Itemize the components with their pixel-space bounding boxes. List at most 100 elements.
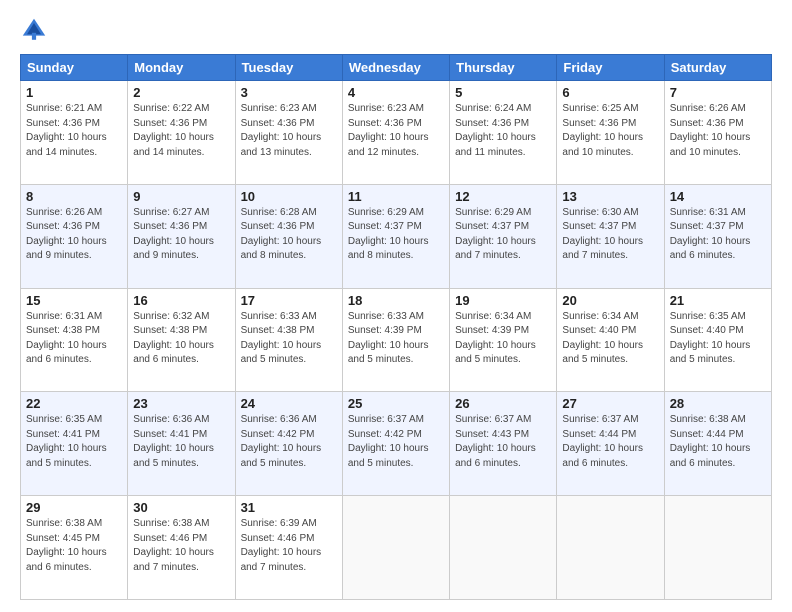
week-row-3: 15 Sunrise: 6:31 AMSunset: 4:38 PMDayligh… (21, 288, 772, 392)
day-info: Sunrise: 6:35 AMSunset: 4:41 PMDaylight:… (26, 413, 122, 471)
day-info: Sunrise: 6:30 AMSunset: 4:37 PMDaylight:… (562, 206, 658, 264)
col-header-sunday: Sunday (21, 55, 128, 81)
day-number: 11 (348, 189, 444, 204)
day-number: 31 (241, 500, 337, 515)
day-number: 2 (133, 85, 229, 100)
col-header-saturday: Saturday (664, 55, 771, 81)
week-row-2: 8Sunrise: 6:26 AMSunset: 4:36 PMDaylight… (21, 184, 772, 288)
day-info: Sunrise: 6:37 AMSunset: 4:44 PMDaylight:… (562, 413, 658, 471)
day-info: Sunrise: 6:39 AMSunset: 4:46 PMDaylight:… (241, 517, 337, 575)
day-cell: 23 Sunrise: 6:36 AMSunset: 4:41 PMDayligh… (128, 392, 235, 496)
day-cell: 20 Sunrise: 6:34 AMSunset: 4:40 PMDayligh… (557, 288, 664, 392)
day-number: 10 (241, 189, 337, 204)
day-number: 15 (26, 293, 122, 308)
day-number: 1 (26, 85, 122, 100)
day-cell: 9 Sunrise: 6:27 AMSunset: 4:36 PMDaylight… (128, 184, 235, 288)
day-info: Sunrise: 6:26 AMSunset: 4:36 PMDaylight:… (670, 102, 766, 160)
day-cell: 7 Sunrise: 6:26 AMSunset: 4:36 PMDaylight… (664, 81, 771, 185)
page: SundayMondayTuesdayWednesdayThursdayFrid… (0, 0, 792, 612)
day-cell: 6Sunrise: 6:25 AMSunset: 4:36 PMDaylight… (557, 81, 664, 185)
day-cell: 4Sunrise: 6:23 AMSunset: 4:36 PMDaylight… (342, 81, 449, 185)
day-info: Sunrise: 6:34 AMSunset: 4:40 PMDaylight:… (562, 310, 658, 368)
col-header-monday: Monday (128, 55, 235, 81)
day-cell: 3 Sunrise: 6:23 AMSunset: 4:36 PMDaylight… (235, 81, 342, 185)
day-cell (557, 496, 664, 600)
day-cell: 29Sunrise: 6:38 AMSunset: 4:45 PMDayligh… (21, 496, 128, 600)
calendar-header-row: SundayMondayTuesdayWednesdayThursdayFrid… (21, 55, 772, 81)
day-number: 14 (670, 189, 766, 204)
day-cell: 14 Sunrise: 6:31 AMSunset: 4:37 PMDayligh… (664, 184, 771, 288)
day-info: Sunrise: 6:38 AMSunset: 4:44 PMDaylight:… (670, 413, 766, 471)
day-info: Sunrise: 6:37 AMSunset: 4:42 PMDaylight:… (348, 413, 444, 471)
header (20, 16, 772, 44)
week-row-4: 22 Sunrise: 6:35 AMSunset: 4:41 PMDayligh… (21, 392, 772, 496)
day-cell: 19 Sunrise: 6:34 AMSunset: 4:39 PMDayligh… (450, 288, 557, 392)
day-cell: 25Sunrise: 6:37 AMSunset: 4:42 PMDayligh… (342, 392, 449, 496)
day-cell: 2 Sunrise: 6:22 AMSunset: 4:36 PMDaylight… (128, 81, 235, 185)
day-info: Sunrise: 6:26 AMSunset: 4:36 PMDaylight:… (26, 206, 122, 264)
day-number: 3 (241, 85, 337, 100)
day-cell (664, 496, 771, 600)
day-info: Sunrise: 6:34 AMSunset: 4:39 PMDaylight:… (455, 310, 551, 368)
week-row-5: 29Sunrise: 6:38 AMSunset: 4:45 PMDayligh… (21, 496, 772, 600)
day-info: Sunrise: 6:29 AMSunset: 4:37 PMDaylight:… (455, 206, 551, 264)
day-number: 12 (455, 189, 551, 204)
day-number: 5 (455, 85, 551, 100)
day-number: 21 (670, 293, 766, 308)
day-info: Sunrise: 6:33 AMSunset: 4:39 PMDaylight:… (348, 310, 444, 368)
day-cell: 28 Sunrise: 6:38 AMSunset: 4:44 PMDayligh… (664, 392, 771, 496)
day-info: Sunrise: 6:31 AMSunset: 4:37 PMDaylight:… (670, 206, 766, 264)
day-number: 16 (133, 293, 229, 308)
day-cell: 26Sunrise: 6:37 AMSunset: 4:43 PMDayligh… (450, 392, 557, 496)
day-cell: 10Sunrise: 6:28 AMSunset: 4:36 PMDayligh… (235, 184, 342, 288)
week-row-1: 1Sunrise: 6:21 AMSunset: 4:36 PMDaylight… (21, 81, 772, 185)
day-number: 22 (26, 396, 122, 411)
col-header-thursday: Thursday (450, 55, 557, 81)
day-cell: 8Sunrise: 6:26 AMSunset: 4:36 PMDaylight… (21, 184, 128, 288)
day-number: 27 (562, 396, 658, 411)
day-number: 18 (348, 293, 444, 308)
day-cell: 21 Sunrise: 6:35 AMSunset: 4:40 PMDayligh… (664, 288, 771, 392)
day-cell: 1Sunrise: 6:21 AMSunset: 4:36 PMDaylight… (21, 81, 128, 185)
calendar-table: SundayMondayTuesdayWednesdayThursdayFrid… (20, 54, 772, 600)
day-info: Sunrise: 6:36 AMSunset: 4:41 PMDaylight:… (133, 413, 229, 471)
day-number: 20 (562, 293, 658, 308)
day-info: Sunrise: 6:31 AMSunset: 4:38 PMDaylight:… (26, 310, 122, 368)
col-header-tuesday: Tuesday (235, 55, 342, 81)
day-info: Sunrise: 6:38 AMSunset: 4:45 PMDaylight:… (26, 517, 122, 575)
day-cell: 27 Sunrise: 6:37 AMSunset: 4:44 PMDayligh… (557, 392, 664, 496)
day-cell: 30 Sunrise: 6:38 AMSunset: 4:46 PMDayligh… (128, 496, 235, 600)
day-info: Sunrise: 6:35 AMSunset: 4:40 PMDaylight:… (670, 310, 766, 368)
day-info: Sunrise: 6:36 AMSunset: 4:42 PMDaylight:… (241, 413, 337, 471)
day-cell: 24 Sunrise: 6:36 AMSunset: 4:42 PMDayligh… (235, 392, 342, 496)
day-cell: 31 Sunrise: 6:39 AMSunset: 4:46 PMDayligh… (235, 496, 342, 600)
day-number: 13 (562, 189, 658, 204)
day-cell: 15 Sunrise: 6:31 AMSunset: 4:38 PMDayligh… (21, 288, 128, 392)
day-info: Sunrise: 6:38 AMSunset: 4:46 PMDaylight:… (133, 517, 229, 575)
day-cell: 5 Sunrise: 6:24 AMSunset: 4:36 PMDaylight… (450, 81, 557, 185)
day-number: 28 (670, 396, 766, 411)
day-cell: 13 Sunrise: 6:30 AMSunset: 4:37 PMDayligh… (557, 184, 664, 288)
day-number: 4 (348, 85, 444, 100)
day-number: 24 (241, 396, 337, 411)
day-cell: 17 Sunrise: 6:33 AMSunset: 4:38 PMDayligh… (235, 288, 342, 392)
day-info: Sunrise: 6:27 AMSunset: 4:36 PMDaylight:… (133, 206, 229, 264)
col-header-friday: Friday (557, 55, 664, 81)
day-cell: 18 Sunrise: 6:33 AMSunset: 4:39 PMDayligh… (342, 288, 449, 392)
day-number: 17 (241, 293, 337, 308)
day-info: Sunrise: 6:23 AMSunset: 4:36 PMDaylight:… (241, 102, 337, 160)
day-info: Sunrise: 6:29 AMSunset: 4:37 PMDaylight:… (348, 206, 444, 264)
day-number: 6 (562, 85, 658, 100)
day-info: Sunrise: 6:32 AMSunset: 4:38 PMDaylight:… (133, 310, 229, 368)
day-info: Sunrise: 6:22 AMSunset: 4:36 PMDaylight:… (133, 102, 229, 160)
day-cell: 22 Sunrise: 6:35 AMSunset: 4:41 PMDayligh… (21, 392, 128, 496)
day-number: 23 (133, 396, 229, 411)
day-number: 9 (133, 189, 229, 204)
day-cell: 11 Sunrise: 6:29 AMSunset: 4:37 PMDayligh… (342, 184, 449, 288)
logo-icon (20, 16, 48, 44)
day-info: Sunrise: 6:33 AMSunset: 4:38 PMDaylight:… (241, 310, 337, 368)
day-number: 7 (670, 85, 766, 100)
day-number: 30 (133, 500, 229, 515)
day-number: 19 (455, 293, 551, 308)
day-info: Sunrise: 6:24 AMSunset: 4:36 PMDaylight:… (455, 102, 551, 160)
